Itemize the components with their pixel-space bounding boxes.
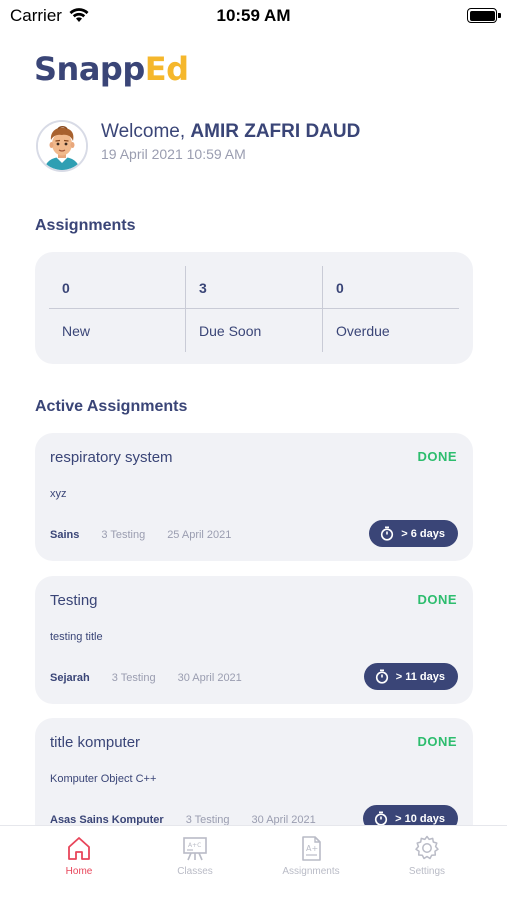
- active-assignments-title: Active Assignments: [35, 398, 188, 415]
- due-soon-label[interactable]: Due Soon: [199, 323, 261, 339]
- tab-label-classes: Classes: [177, 866, 213, 877]
- assignment-description: Komputer Object C++: [50, 773, 157, 785]
- assignment-due-date: 30 April 2021: [177, 672, 242, 684]
- assignment-subject: Sains: [50, 529, 80, 541]
- assignment-title: Testing: [50, 592, 98, 609]
- classes-icon: A+C: [183, 837, 207, 861]
- assignment-meta: Sejarah 3 Testing 30 April 2021: [50, 672, 242, 684]
- app-logo: SnappEd: [34, 50, 189, 88]
- summary-divider: [185, 266, 186, 352]
- assignment-status: DONE: [417, 449, 457, 464]
- timer-icon: [375, 811, 388, 826]
- time-remaining: > 10 days: [395, 812, 445, 825]
- time-remaining: > 6 days: [401, 527, 445, 540]
- battery-tip: [498, 13, 501, 18]
- timer-icon: [375, 669, 388, 684]
- assignment-status: DONE: [417, 734, 457, 749]
- tab-label-assignments: Assignments: [282, 866, 340, 877]
- time-remaining: > 11 days: [395, 670, 445, 683]
- overdue-count[interactable]: 0: [336, 280, 344, 296]
- time-remaining-badge: > 6 days: [369, 520, 458, 547]
- assignment-description: xyz: [50, 488, 67, 500]
- assignment-title: title komputer: [50, 734, 141, 751]
- assignment-description: testing title: [50, 631, 103, 643]
- current-datetime: 19 April 2021 10:59 AM: [101, 146, 246, 162]
- summary-divider: [49, 308, 459, 309]
- assignment-title: respiratory system: [50, 449, 173, 466]
- welcome-prefix: Welcome,: [101, 121, 186, 142]
- assignments-summary-card: 0 New 3 Due Soon 0 Overdue: [35, 252, 473, 364]
- tab-label-settings: Settings: [408, 866, 446, 877]
- tab-home[interactable]: Home: [29, 834, 129, 877]
- logo-part-ed: Ed: [144, 50, 189, 88]
- svg-text:A+: A+: [306, 844, 318, 853]
- assignment-subject: Sejarah: [50, 672, 90, 684]
- tab-label-home: Home: [65, 866, 93, 877]
- due-soon-count[interactable]: 3: [199, 280, 207, 296]
- settings-icon: [415, 835, 439, 860]
- overdue-label[interactable]: Overdue: [336, 323, 390, 339]
- welcome-message: Welcome, AMIR ZAFRI DAUD: [101, 121, 360, 143]
- assignment-status: DONE: [417, 592, 457, 607]
- timer-icon: [381, 526, 394, 541]
- assignment-class: 3 Testing: [111, 672, 156, 684]
- new-label[interactable]: New: [62, 323, 90, 339]
- assignment-class: 3 Testing: [101, 529, 146, 541]
- avatar[interactable]: [36, 120, 88, 172]
- summary-divider: [322, 266, 323, 352]
- logo-part-snapp: Snapp: [34, 50, 145, 88]
- battery-icon: [467, 8, 497, 23]
- assignments-section-title: Assignments: [35, 217, 136, 234]
- status-bar: Carrier 10:59 AM: [0, 0, 507, 32]
- tab-settings[interactable]: Settings: [377, 834, 477, 877]
- user-name: AMIR ZAFRI DAUD: [190, 121, 361, 142]
- home-icon: [68, 837, 90, 860]
- assignment-due-date: 25 April 2021: [167, 529, 232, 541]
- avatar-illustration: [38, 122, 86, 170]
- svg-text:A+C: A+C: [188, 842, 201, 849]
- assignment-card[interactable]: respiratory system DONE xyz Sains 3 Testi…: [35, 433, 473, 561]
- assignments-icon: A+: [302, 836, 321, 861]
- tab-classes[interactable]: A+C Classes: [145, 834, 245, 877]
- status-time: 10:59 AM: [216, 6, 291, 25]
- tab-assignments[interactable]: A+ Assignments: [261, 834, 361, 877]
- new-count[interactable]: 0: [62, 280, 70, 296]
- assignment-card[interactable]: Testing DONE testing title Sejarah 3 Test…: [35, 576, 473, 704]
- tab-bar: Home A+C Classes A+ Assignments Settings: [0, 825, 507, 900]
- assignment-meta: Sains 3 Testing 25 April 2021: [50, 529, 231, 541]
- time-remaining-badge: > 11 days: [363, 663, 458, 690]
